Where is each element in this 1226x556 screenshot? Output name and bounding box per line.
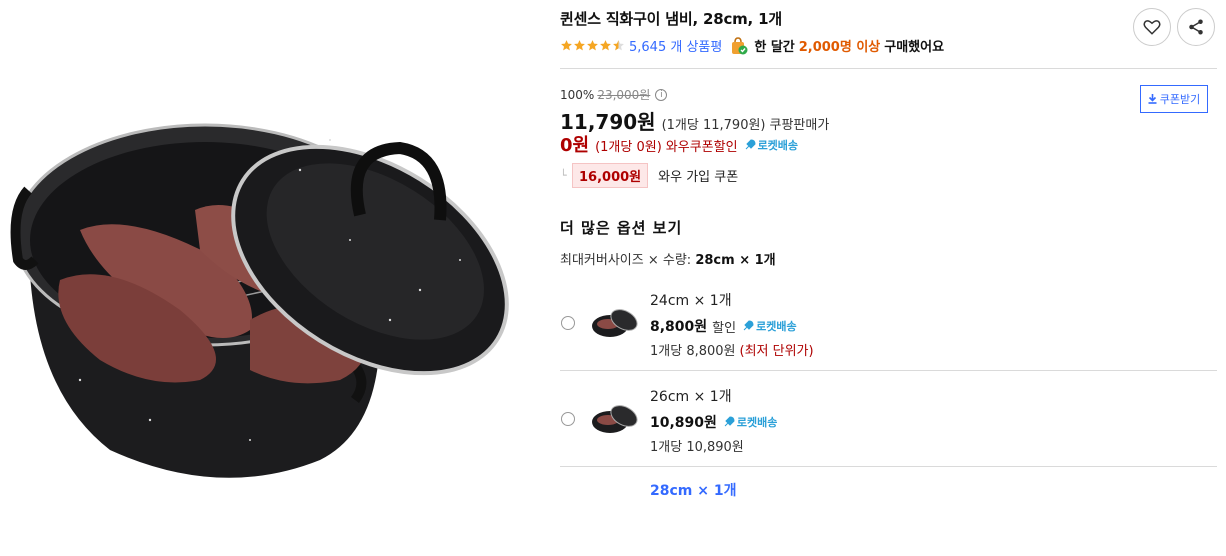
purchase-suffix: 구매했어요: [884, 40, 945, 55]
wow-price: 0원: [560, 135, 590, 156]
option-name: 28cm × 1개: [650, 483, 737, 499]
star-icon: [600, 40, 611, 51]
option-thumbnail: [592, 309, 638, 337]
option-item[interactable]: 28cm × 1개: [560, 478, 1217, 556]
rocket-icon: [724, 416, 735, 427]
original-price: 23,000원: [597, 88, 651, 102]
option-price: 8,800원: [650, 319, 708, 335]
selected-option: 최대커버사이즈 × 수량: 28cm × 1개: [560, 249, 776, 268]
option-unit-price-text: 1개당 8,800원: [650, 344, 736, 359]
product-title: 퀸센스 직화구이 냄비, 28cm, 1개: [560, 10, 782, 28]
rocket-delivery-badge: 로켓배송: [744, 137, 798, 153]
selected-option-value: 28cm × 1개: [695, 253, 776, 268]
star-rating[interactable]: [560, 39, 625, 52]
option-discount: 할인: [712, 320, 737, 336]
download-coupon-button[interactable]: 쿠폰받기: [1140, 85, 1208, 113]
option-price-row: 8,800원 할인 로켓배송: [650, 316, 797, 336]
product-image: [0, 60, 540, 493]
roaster-pot-illustration: [10, 123, 509, 478]
branch-glyph: └: [560, 169, 567, 182]
join-coupon-label: 와우 가입 쿠폰: [658, 170, 739, 185]
star-icon: [561, 40, 572, 51]
option-radio[interactable]: [561, 412, 575, 426]
more-options-title: 더 많은 옵션 보기: [560, 219, 683, 237]
rocket-delivery-badge: 로켓배송: [742, 318, 797, 334]
star-icon: [613, 40, 624, 51]
option-unit-price: 1개당 8,800원 (최저 단위가): [650, 340, 814, 359]
option-item[interactable]: 26cm × 1개 10,890원 로켓배송 1개당 10,890원: [560, 384, 1217, 462]
selected-option-label: 최대커버사이즈 × 수량:: [560, 253, 692, 268]
rocket-icon: [745, 139, 756, 150]
coupon-button-label: 쿠폰받기: [1159, 93, 1201, 106]
option-price: 10,890원: [650, 415, 717, 431]
star-icon: [587, 40, 598, 51]
review-count-link[interactable]: 5,645 개 상품평: [629, 36, 722, 55]
product-info-panel: 퀸센스 직화구이 냄비, 28cm, 1개 5,645 개 상품평 한 달간 2…: [560, 0, 1226, 499]
option-name: 26cm × 1개: [650, 389, 732, 405]
option-unit-price: 1개당 10,890원: [650, 440, 744, 455]
heart-icon: [1143, 20, 1161, 35]
join-coupon-amount[interactable]: 16,000원: [572, 163, 649, 188]
rocket-label: 로켓배송: [756, 320, 797, 333]
divider: [560, 370, 1217, 371]
rocket-label: 로켓배송: [736, 416, 778, 429]
star-icon: [574, 40, 585, 51]
option-thumbnail: [592, 405, 638, 433]
share-icon: [1189, 19, 1203, 35]
purchase-count: 2,000명 이상: [798, 40, 881, 55]
option-name: 24cm × 1개: [650, 293, 732, 309]
discount-rate: 100%: [560, 87, 595, 102]
divider: [560, 466, 1217, 467]
option-item[interactable]: 24cm × 1개 8,800원 할인 로켓배송 1개당 8,800원 (최저 단…: [560, 288, 1217, 366]
lowest-unit-note: (최저 단위가): [739, 344, 814, 359]
download-icon: [1148, 94, 1157, 104]
share-button[interactable]: [1177, 8, 1215, 46]
shopping-bag-icon: [732, 36, 748, 54]
purchase-prefix: 한 달간: [754, 40, 795, 55]
rocket-icon: [743, 320, 754, 331]
wishlist-button[interactable]: [1133, 8, 1171, 46]
rocket-delivery-badge: 로켓배송: [723, 414, 777, 430]
option-price-row: 10,890원 로켓배송: [650, 412, 777, 432]
divider: [560, 68, 1217, 69]
info-icon[interactable]: i: [655, 88, 668, 101]
wow-coupon-label: 와우쿠폰할인: [665, 140, 738, 155]
wow-unit-price: (1개당 0원): [595, 140, 662, 155]
option-radio[interactable]: [561, 316, 575, 330]
original-price-row: 100% 23,000원 i: [560, 86, 668, 103]
rocket-label: 로켓배송: [757, 139, 799, 152]
wow-join-coupon-row: └ 16,000원 와우 가입 쿠폰: [560, 163, 738, 188]
wow-price-row: 0원 (1개당 0원) 와우쿠폰할인 로켓배송: [560, 131, 798, 157]
rating-row: 5,645 개 상품평 한 달간 2,000명 이상 구매했어요: [560, 36, 944, 55]
